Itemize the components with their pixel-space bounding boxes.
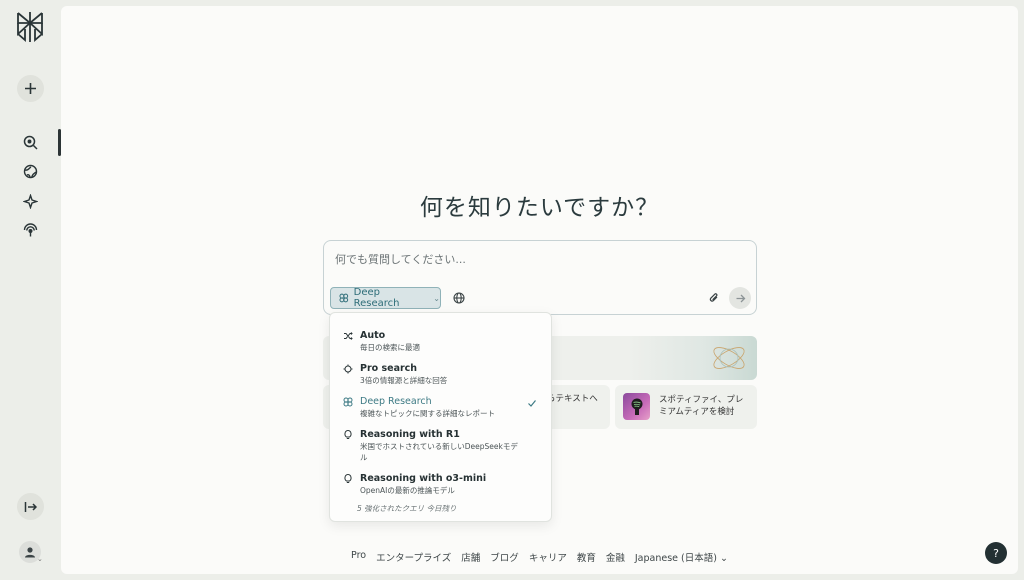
dropdown-item-reasoning-r1[interactable]: Reasoning with R1 米国でホストされている新しいDeepSeek… [330, 428, 551, 463]
sidebar-item-spaces[interactable] [22, 193, 39, 210]
bulb-icon [342, 429, 353, 440]
chevron-down-icon[interactable]: ⌄ [37, 555, 43, 563]
language-selector[interactable]: Japanese (日本語) ⌄ [635, 550, 728, 564]
focus-mode-dropdown: Auto 毎日の検索に最適 Pro search 3倍の情報源と詳細な回答 De… [329, 312, 552, 522]
sidebar: ⌄ [0, 0, 61, 580]
query-quota-text: 5 強化されたクエリ 今日残り [357, 504, 457, 513]
dropdown-item-title: Reasoning with R1 [360, 429, 460, 440]
footer-link-education[interactable]: 教育 [577, 550, 596, 564]
focus-mode-button[interactable]: Deep Research ⌄ [330, 287, 441, 309]
deep-research-icon [339, 293, 349, 303]
deep-research-icon [342, 396, 353, 407]
dropdown-item-auto[interactable]: Auto 毎日の検索に最適 [330, 329, 551, 353]
broadcast-icon [23, 223, 38, 237]
dropdown-item-deep-research[interactable]: Deep Research 複雑なトピックに関する詳細なレポート [330, 395, 551, 419]
footer-link-finance[interactable]: 金融 [606, 550, 625, 564]
dropdown-item-desc: 3倍の情報源と詳細な回答 [360, 376, 448, 385]
search-box: Deep Research ⌄ [323, 240, 757, 315]
dropdown-item-desc: 毎日の検索に最適 [360, 343, 420, 352]
chevron-down-icon: ⌄ [719, 553, 728, 564]
focus-mode-label: Deep Research [353, 287, 400, 309]
shuffle-icon [342, 330, 353, 341]
sidebar-item-discover[interactable] [22, 163, 39, 180]
bulb-icon [342, 473, 353, 484]
main-panel: 何を知りたいですか？ Deep Research ⌄ らテキストへ [61, 6, 1018, 574]
checkmark-icon [528, 400, 536, 407]
globe-icon [453, 292, 465, 304]
pro-search-icon [342, 363, 353, 374]
spotify-icon [631, 398, 642, 415]
language-label: Japanese (日本語) [634, 553, 717, 564]
suggestion-card[interactable]: スポティファイ、プレミアムティアを検討 [615, 385, 757, 429]
arrow-right-icon [736, 294, 745, 302]
spaces-icon [23, 194, 38, 209]
paperclip-icon [709, 293, 718, 302]
collapse-sidebar-button[interactable] [17, 493, 44, 520]
attach-button[interactable] [707, 291, 721, 305]
footer-link-careers[interactable]: キャリア [529, 550, 567, 564]
atom-icon [713, 347, 745, 369]
web-search-toggle[interactable] [452, 291, 466, 305]
search-icon [23, 135, 38, 150]
globe-icon [23, 164, 38, 179]
user-icon [25, 547, 35, 558]
dropdown-item-title: Reasoning with o3-mini [360, 473, 487, 484]
help-button[interactable]: ? [985, 542, 1007, 564]
footer-links: Pro エンタープライズ 店舗 ブログ キャリア 教育 金融 Japanese … [61, 550, 1018, 564]
footer-link-store[interactable]: 店舗 [461, 550, 480, 564]
collapse-arrow-icon [24, 501, 37, 512]
dropdown-item-desc: 米国でホストされている新しいDeepSeekモデル [360, 442, 518, 462]
plus-icon [25, 83, 36, 94]
new-thread-button[interactable] [17, 75, 44, 102]
footer-link-pro[interactable]: Pro [351, 550, 366, 564]
dropdown-item-desc: 複雑なトピックに関する詳細なレポート [360, 409, 495, 418]
suggestion-text: らテキストへ [547, 394, 598, 404]
search-input[interactable] [335, 249, 715, 269]
footer-link-blog[interactable]: ブログ [490, 550, 519, 564]
page-title: 何を知りたいですか？ [419, 195, 660, 221]
spotify-thumbnail [623, 393, 650, 420]
sidebar-item-home[interactable] [22, 134, 39, 151]
dropdown-item-pro-search[interactable]: Pro search 3倍の情報源と詳細な回答 [330, 362, 551, 386]
suggestion-text: スポティファイ、プレミアムティアを検討 [659, 395, 744, 417]
sidebar-item-library[interactable] [22, 222, 39, 239]
perplexity-logo-icon[interactable] [15, 10, 45, 44]
dropdown-item-title: Deep Research [360, 396, 432, 407]
submit-button[interactable] [729, 287, 751, 309]
dropdown-item-title: Auto [360, 330, 386, 341]
dropdown-item-desc: OpenAIの最新の推論モデル [360, 486, 455, 495]
footer-link-enterprise[interactable]: エンタープライズ [376, 550, 451, 564]
dropdown-item-title: Pro search [360, 363, 418, 374]
dropdown-item-reasoning-o3-mini[interactable]: Reasoning with o3-mini OpenAIの最新の推論モデル [330, 472, 551, 496]
chevron-down-icon: ⌄ [433, 293, 440, 303]
